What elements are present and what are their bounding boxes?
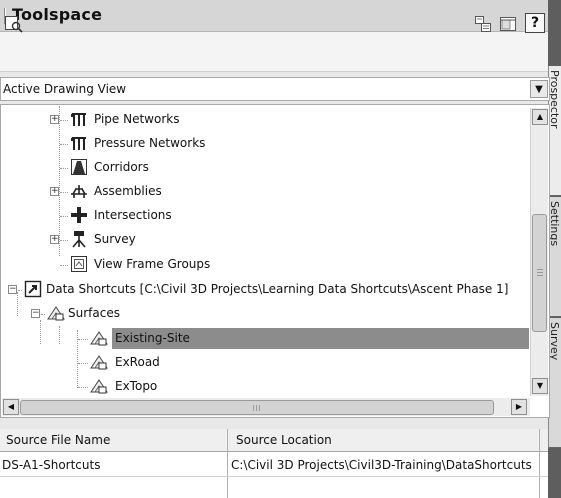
scroll-up-icon[interactable]: ▲ — [532, 109, 548, 125]
corridors-icon — [70, 158, 88, 176]
pressure-networks-icon — [70, 134, 88, 152]
tree-guide-line — [59, 106, 60, 256]
scroll-down-icon[interactable]: ▼ — [532, 378, 548, 394]
collapse-toggle[interactable]: − — [8, 285, 17, 294]
view-selector-value: Active Drawing View — [3, 82, 127, 96]
item-view-icon[interactable] — [473, 14, 493, 34]
column-header-source-location[interactable]: Source Location — [236, 433, 332, 447]
survey-icon — [70, 230, 88, 248]
vertical-scroll-thumb[interactable] — [532, 214, 547, 332]
scroll-right-icon[interactable]: ▶ — [511, 399, 527, 415]
surface-shortcut-icon — [90, 329, 108, 347]
preview-icon[interactable] — [4, 14, 24, 34]
surface-shortcut-icon — [90, 377, 108, 395]
panorama-icon[interactable] — [498, 14, 518, 34]
intersections-icon — [70, 206, 88, 224]
column-header-source-file-name[interactable]: Source File Name — [6, 433, 110, 447]
horizontal-scroll-thumb[interactable] — [20, 400, 494, 415]
column-divider[interactable] — [227, 429, 228, 498]
expand-toggle[interactable]: + — [50, 235, 59, 244]
surfaces-icon — [47, 304, 65, 322]
row-divider — [0, 476, 548, 477]
table-cell-file-name[interactable]: DS-A1-Shortcuts — [2, 458, 100, 472]
view-frame-groups-icon — [70, 255, 88, 273]
chevron-down-icon[interactable]: ▼ — [530, 80, 548, 98]
expand-toggle[interactable]: + — [50, 115, 59, 124]
surface-shortcut-icon — [90, 353, 108, 371]
window-title: Toolspace — [12, 5, 103, 24]
collapse-toggle[interactable]: − — [31, 309, 40, 318]
column-divider[interactable] — [539, 429, 540, 498]
pipe-networks-icon — [70, 110, 88, 128]
scroll-left-icon[interactable]: ◀ — [3, 399, 19, 415]
data-shortcuts-icon — [24, 280, 42, 298]
expand-toggle[interactable]: + — [50, 187, 59, 196]
assemblies-icon — [70, 182, 88, 200]
help-icon[interactable]: ? — [525, 13, 545, 33]
table-cell-location[interactable]: C:\Civil 3D Projects\Civil3D-Training\Da… — [231, 458, 532, 472]
toolbar — [0, 32, 548, 72]
